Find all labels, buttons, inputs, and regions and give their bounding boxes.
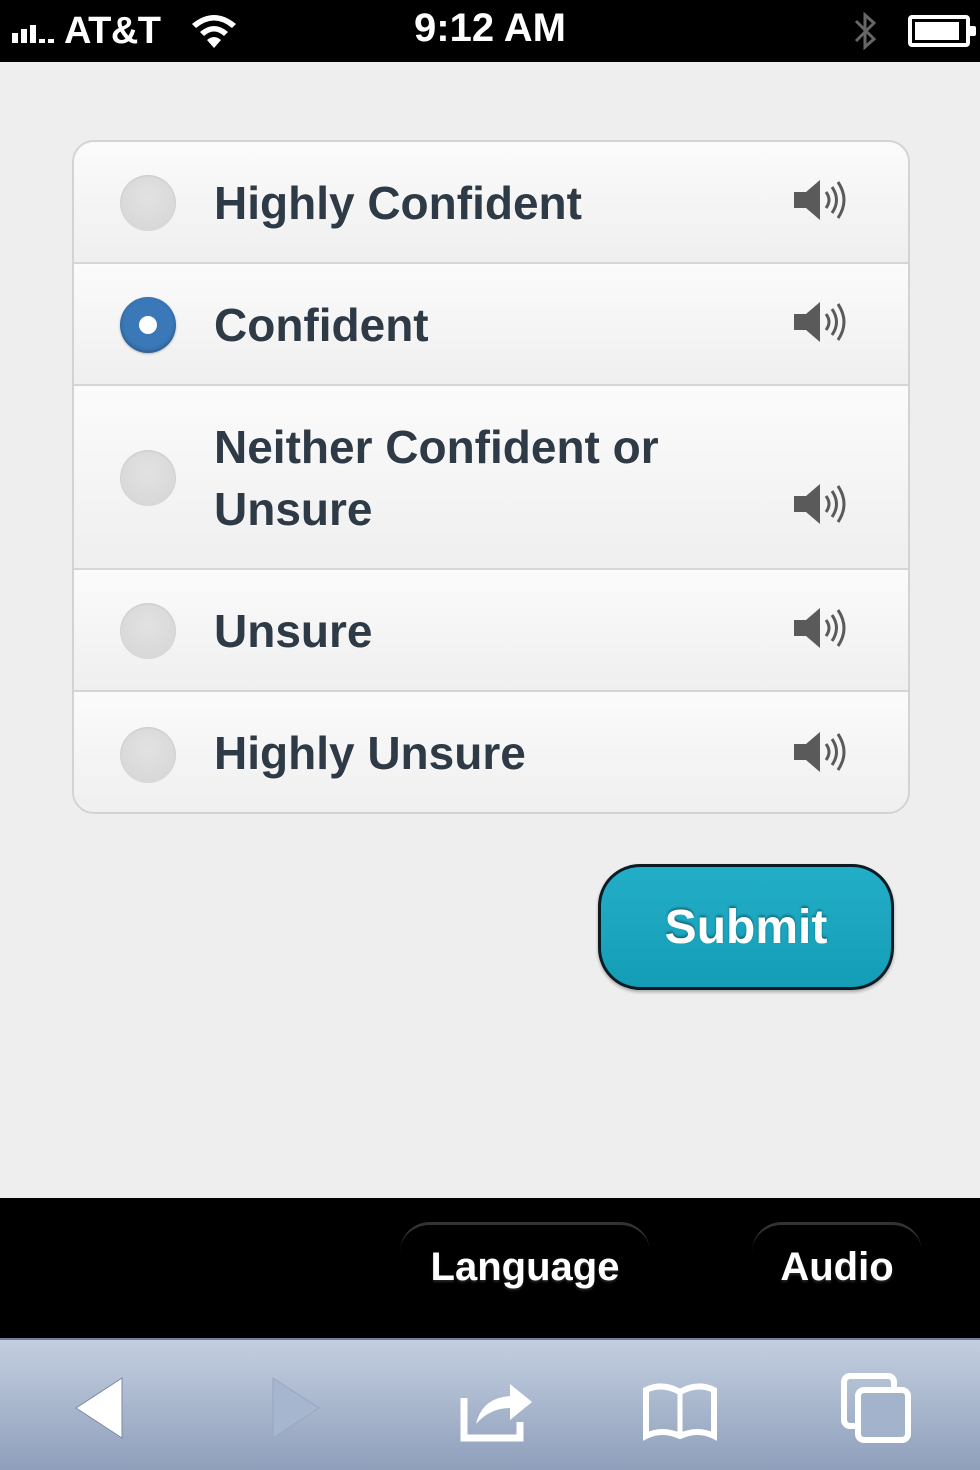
browser-toolbar	[0, 1338, 980, 1470]
radio-button[interactable]	[120, 175, 176, 231]
tab-bar: Language Audio	[0, 1198, 980, 1338]
option-highly-confident[interactable]: Highly Confident	[74, 142, 908, 264]
tabs-icon[interactable]	[836, 1368, 916, 1448]
status-bar: AT&T 9:12 AM	[0, 0, 980, 62]
option-highly-unsure[interactable]: Highly Unsure	[74, 692, 908, 812]
radio-button-selected[interactable]	[120, 297, 176, 353]
back-arrow-icon[interactable]	[60, 1368, 140, 1448]
battery-charging-icon	[908, 15, 976, 47]
share-icon[interactable]	[456, 1368, 536, 1448]
forward-arrow-icon[interactable]	[255, 1368, 335, 1448]
speaker-icon[interactable]	[792, 298, 852, 346]
speaker-icon[interactable]	[792, 480, 852, 528]
clock: 9:12 AM	[414, 6, 566, 50]
radio-button[interactable]	[120, 727, 176, 783]
speaker-icon[interactable]	[792, 176, 852, 224]
option-label: Confident	[214, 299, 429, 351]
radio-button[interactable]	[120, 603, 176, 659]
option-label: Highly Confident	[214, 177, 582, 229]
status-right	[852, 8, 976, 54]
bluetooth-icon	[854, 11, 877, 51]
confidence-option-list: Highly Confident Confident Neither Confi…	[72, 140, 910, 814]
speaker-icon[interactable]	[792, 604, 852, 652]
option-label: Unsure	[214, 605, 373, 657]
tab-language[interactable]: Language	[400, 1222, 650, 1322]
option-neither-confident-or-unsure[interactable]: Neither Confident or Unsure	[74, 386, 908, 570]
speaker-icon[interactable]	[792, 728, 852, 776]
tab-audio[interactable]: Audio	[752, 1222, 922, 1322]
main-content: Highly Confident Confident Neither Confi…	[0, 62, 980, 1198]
option-confident[interactable]: Confident	[74, 264, 908, 386]
option-label: Neither Confident or Unsure	[214, 421, 659, 535]
bookmarks-icon[interactable]	[640, 1368, 720, 1448]
option-unsure[interactable]: Unsure	[74, 570, 908, 692]
option-label: Highly Unsure	[214, 727, 526, 779]
radio-button[interactable]	[120, 450, 176, 506]
submit-button[interactable]: Submit	[598, 864, 894, 990]
